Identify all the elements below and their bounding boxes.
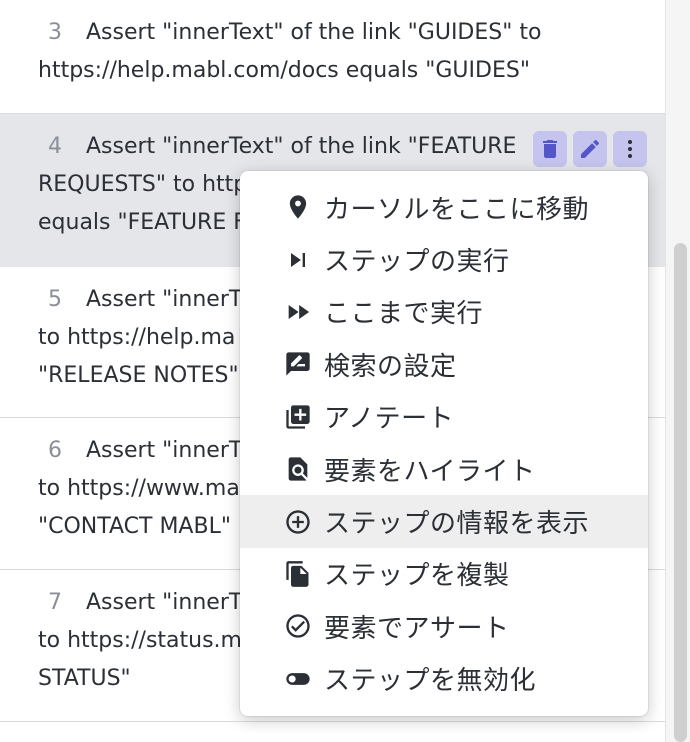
delete-step-button[interactable] xyxy=(533,131,567,167)
menu-item-label: 検索の設定 xyxy=(324,351,457,382)
find-in-page-icon xyxy=(283,454,313,484)
menu-item-label: ここまで実行 xyxy=(324,299,484,330)
step-line-1: Assert "innerT xyxy=(86,590,243,615)
menu-item-label: ステップの実行 xyxy=(324,247,510,278)
fast-forward-icon xyxy=(283,297,313,327)
step-number: 7 xyxy=(48,590,62,615)
menu-item-run-step[interactable]: ステップの実行 xyxy=(240,233,648,285)
step-number: 4 xyxy=(48,134,62,159)
menu-item-run-to-here[interactable]: ここまで実行 xyxy=(240,286,648,338)
menu-item-highlight-element[interactable]: 要素をハイライト xyxy=(240,443,648,495)
edit-step-button[interactable] xyxy=(573,131,607,167)
menu-item-label: ステップを複製 xyxy=(324,561,510,592)
step-line-1: Assert "innerT xyxy=(86,438,243,463)
step-line-1: Assert "innerText" of the link "GUIDES" … xyxy=(86,20,542,45)
pencil-icon xyxy=(581,139,600,158)
scrollbar-thumb[interactable] xyxy=(674,243,687,742)
step-number: 5 xyxy=(48,287,62,312)
menu-item-label: ステップを無効化 xyxy=(324,666,537,697)
step-number: 6 xyxy=(48,438,62,463)
menu-item-duplicate-step[interactable]: ステップを複製 xyxy=(240,548,648,600)
menu-item-label: アノテート xyxy=(324,404,455,435)
library-add-icon xyxy=(283,402,313,432)
menu-item-show-step-info[interactable]: ステップの情報を表示 xyxy=(240,495,648,548)
scrollbar-track[interactable] xyxy=(665,0,690,742)
menu-item-annotate[interactable]: アノテート xyxy=(240,391,648,443)
step-number: 3 xyxy=(48,20,62,45)
step-context-menu: カーソルをここに移動 ステップの実行 ここまで実行 検索の設定 アノテート 要素… xyxy=(240,171,648,716)
check-circle-icon xyxy=(283,611,313,641)
trash-icon xyxy=(543,140,557,158)
skip-next-icon xyxy=(283,245,313,275)
step-text: 3 Assert "innerText" of the link "GUIDES"… xyxy=(38,14,605,90)
menu-item-label: カーソルをここに移動 xyxy=(324,194,590,225)
menu-item-label: 要素でアサート xyxy=(324,613,510,644)
step-line-1: Assert "innerT xyxy=(86,287,243,312)
location-pin-icon xyxy=(283,192,313,222)
step-row[interactable]: 3 Assert "innerText" of the link "GUIDES"… xyxy=(0,0,665,114)
step-line-1: Assert "innerText" of the link "FEATURE xyxy=(86,134,517,159)
rate-review-icon xyxy=(283,349,313,379)
more-options-button[interactable] xyxy=(613,131,647,167)
menu-item-move-cursor[interactable]: カーソルをここに移動 xyxy=(240,181,648,233)
step-line-2: https://help.mabl.com/docs equals "GUIDE… xyxy=(38,58,530,83)
add-circle-icon xyxy=(283,507,313,537)
menu-item-search-settings[interactable]: 検索の設定 xyxy=(240,338,648,390)
menu-item-label: ステップの情報を表示 xyxy=(324,509,590,540)
menu-item-disable-step[interactable]: ステップを無効化 xyxy=(240,653,648,705)
more-vertical-icon xyxy=(628,140,632,158)
toggle-off-icon xyxy=(283,664,313,694)
step-actions xyxy=(533,131,647,167)
file-copy-icon xyxy=(283,559,313,589)
menu-item-label: 要素をハイライト xyxy=(324,456,536,487)
menu-item-assert-on-element[interactable]: 要素でアサート xyxy=(240,600,648,652)
